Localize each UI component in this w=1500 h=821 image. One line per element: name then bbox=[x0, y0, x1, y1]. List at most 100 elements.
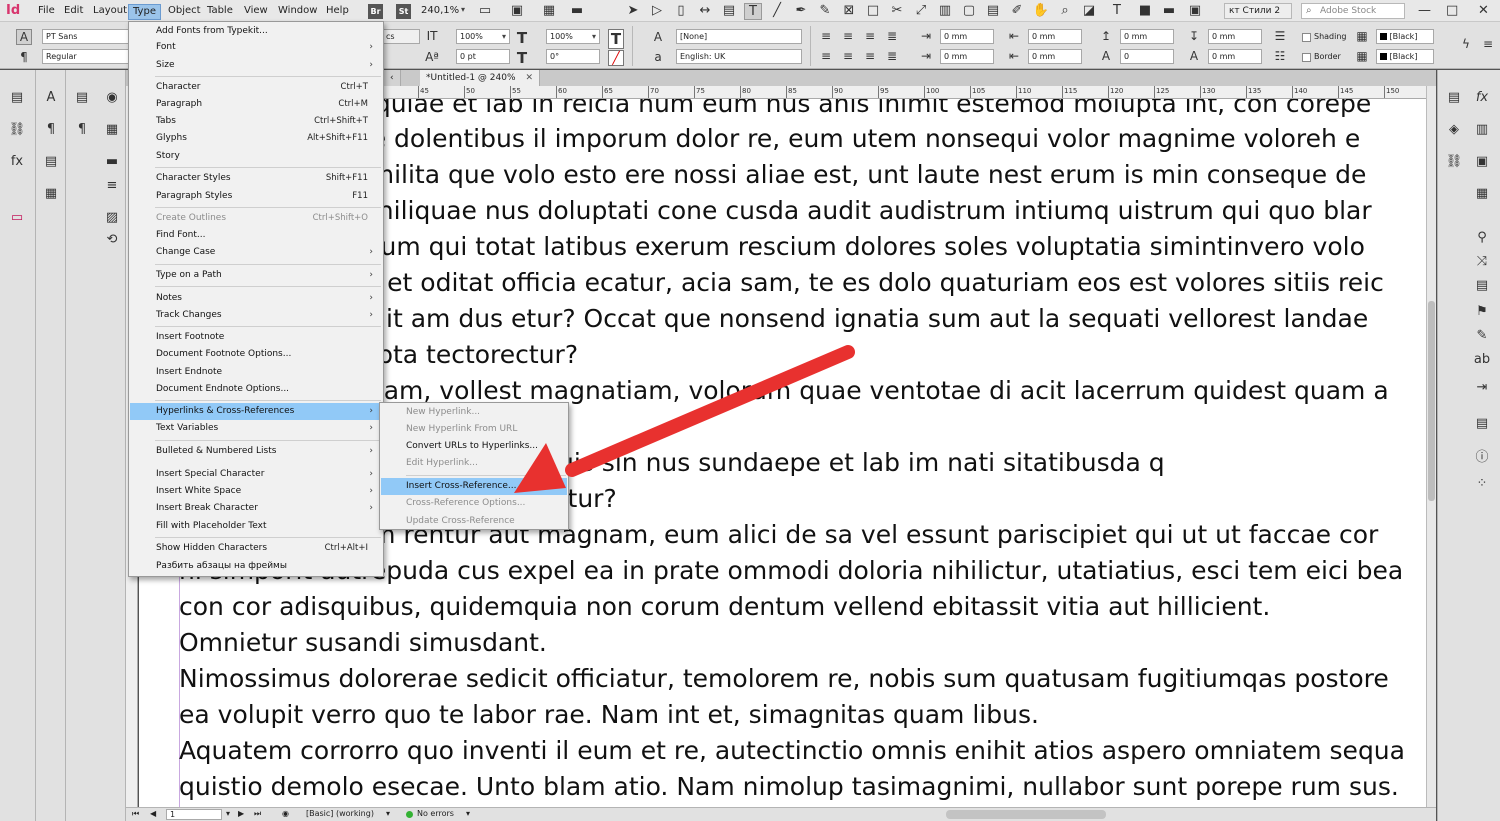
scissors-icon[interactable]: ✂ bbox=[888, 3, 906, 18]
menu-type[interactable]: Type bbox=[128, 4, 161, 20]
language-select[interactable]: English: UK bbox=[676, 49, 802, 64]
workspace-select[interactable]: кт Стили 2 bbox=[1224, 3, 1292, 19]
align-panel-icon[interactable]: ▥ bbox=[1472, 122, 1492, 137]
border-checkbox[interactable] bbox=[1302, 53, 1311, 62]
shading-settings-icon[interactable]: ▦ bbox=[1354, 29, 1370, 43]
type-menu-item[interactable]: Track Changes › bbox=[130, 307, 382, 324]
type-menu-item[interactable]: Size › bbox=[130, 57, 382, 74]
free-transform-icon[interactable]: ⤢ bbox=[912, 3, 930, 18]
type-menu-item[interactable]: Create Outlines Ctrl+Shift+O bbox=[130, 210, 382, 227]
bullets-icon[interactable]: ☰ bbox=[1272, 29, 1288, 43]
type-menu-item[interactable]: Story bbox=[130, 148, 382, 165]
chevron-down-icon[interactable]: ▾ bbox=[592, 32, 596, 41]
horizontal-scrollbar-thumb[interactable] bbox=[946, 810, 1106, 819]
bridge-button[interactable]: Br bbox=[368, 4, 383, 19]
prev-page-icon[interactable]: ◀ bbox=[150, 809, 156, 818]
gradient-swatch-icon[interactable]: ▥ bbox=[936, 3, 954, 18]
bookmarks-icon[interactable]: ⚑ bbox=[1472, 304, 1492, 319]
hyperlinks-submenu-item[interactable]: Cross-Reference Options... bbox=[381, 495, 567, 512]
quick-apply-icon[interactable]: ϟ bbox=[1458, 37, 1474, 51]
page-number-field[interactable]: 1 bbox=[166, 809, 222, 820]
workspace-layout-icon[interactable]: ▬ bbox=[568, 3, 586, 18]
gradient-feather-icon[interactable]: ▢ bbox=[960, 3, 978, 18]
maximize-icon[interactable]: □ bbox=[1446, 3, 1458, 18]
type-menu-item[interactable]: Tabs Ctrl+Shift+T bbox=[130, 113, 382, 130]
font-style-field[interactable]: Regular bbox=[42, 49, 132, 64]
numbering-icon[interactable]: ☷ bbox=[1272, 49, 1288, 63]
effects-panel-icon[interactable]: fx bbox=[1472, 90, 1492, 105]
open-page-icon[interactable]: ◉ bbox=[282, 809, 289, 818]
justify-all-icon[interactable]: ≣ bbox=[884, 49, 900, 63]
color-panel-icon[interactable]: ◉ bbox=[101, 90, 123, 105]
align-left-icon[interactable]: ≡ bbox=[818, 29, 834, 43]
notes-icon[interactable]: ✎ bbox=[1472, 328, 1492, 343]
menu-view[interactable]: View bbox=[240, 4, 272, 20]
view-options-icon[interactable]: ▭ bbox=[476, 3, 494, 18]
pages-panel-icon[interactable]: ▤ bbox=[1444, 90, 1464, 105]
shading-color-select[interactable]: [Black] bbox=[1376, 29, 1434, 44]
master-dropdown-icon[interactable]: ▾ bbox=[386, 809, 390, 818]
type-menu-item[interactable]: Insert Endnote bbox=[130, 364, 382, 381]
baseline-shift-field[interactable]: 0 pt bbox=[456, 49, 510, 64]
type-menu-item[interactable]: Font › bbox=[130, 39, 382, 56]
next-page-icon[interactable]: ▶ bbox=[238, 809, 244, 818]
size-field-partial[interactable]: cs bbox=[382, 29, 420, 44]
right-indent-field[interactable]: 0 mm bbox=[1028, 29, 1082, 44]
note-tool-icon[interactable]: ▤ bbox=[984, 3, 1002, 18]
menu-object[interactable]: Object bbox=[164, 4, 205, 20]
hyperlinks-submenu-item[interactable]: Edit Hyperlink... bbox=[381, 455, 567, 472]
layers-icon[interactable]: ◈ bbox=[1444, 122, 1464, 137]
type-menu-item[interactable]: Fill with Placeholder Text bbox=[130, 518, 382, 535]
direct-selection-icon[interactable]: ▷ bbox=[648, 3, 666, 18]
type-menu-item[interactable]: Document Endnote Options... bbox=[130, 381, 382, 398]
rectangle-tool-icon[interactable]: □ bbox=[864, 3, 882, 18]
links-icon[interactable]: ⛓ bbox=[6, 122, 28, 137]
hyperlinks-submenu-item[interactable]: Convert URLs to Hyperlinks... bbox=[381, 438, 567, 455]
text-line[interactable]: derum qui totat latibus exerum rescium d… bbox=[339, 232, 1365, 268]
font-family-field[interactable]: PT Sans bbox=[42, 29, 132, 44]
type-menu-item[interactable]: Notes › bbox=[130, 290, 382, 307]
type-menu-item[interactable]: Bulleted & Numbered Lists › bbox=[130, 443, 382, 460]
stroke-icon[interactable]: ≡ bbox=[101, 178, 123, 193]
character-style-select[interactable]: [None] bbox=[676, 29, 802, 44]
eyedropper-icon[interactable]: ✐ bbox=[1008, 3, 1026, 18]
type-menu-item[interactable]: Paragraph Styles F11 bbox=[130, 188, 382, 205]
menu-help[interactable]: Help bbox=[322, 4, 353, 20]
hyperlinks-submenu-item[interactable]: Update Cross-Reference bbox=[381, 513, 567, 530]
align-justify-icon[interactable]: ≣ bbox=[884, 29, 900, 43]
stock-button[interactable]: St bbox=[396, 4, 411, 19]
type-menu-item[interactable]: Add Fonts from Typekit... bbox=[130, 23, 382, 40]
gradient-icon[interactable]: ▬ bbox=[101, 154, 123, 169]
preflight-dropdown-icon[interactable]: ▾ bbox=[466, 809, 470, 818]
justify-right-icon[interactable]: ≡ bbox=[862, 49, 878, 63]
type-menu-item[interactable]: Insert Special Character › bbox=[130, 466, 382, 483]
guide-icon[interactable]: ▭ bbox=[6, 210, 28, 225]
document-tab-active[interactable]: *Untitled-1 @ 240% ✕ bbox=[420, 70, 541, 86]
color-themes-icon[interactable]: ⁘ bbox=[1472, 476, 1492, 491]
type-menu-item[interactable]: Glyphs Alt+Shift+F11 bbox=[130, 130, 382, 147]
hyperlinks-panel-icon[interactable]: ⚲ bbox=[1472, 230, 1492, 245]
type-menu-item[interactable]: Find Font... bbox=[130, 227, 382, 244]
text-line[interactable]: um et oditat officia ecatur, acia sam, t… bbox=[339, 268, 1384, 304]
links-panel-icon[interactable]: ⛓ bbox=[1444, 154, 1464, 169]
type-menu-item[interactable]: Character Ctrl+T bbox=[130, 79, 382, 96]
type-menu-item[interactable]: Text Variables › bbox=[130, 420, 382, 437]
paragraph-panel-icon[interactable]: ¶ bbox=[40, 122, 62, 137]
type-menu-item[interactable]: Insert Break Character › bbox=[130, 500, 382, 517]
swatches-icon[interactable]: ▦ bbox=[101, 122, 123, 137]
preflight-status[interactable]: No errors bbox=[417, 809, 454, 818]
menu-file[interactable]: File bbox=[34, 4, 59, 20]
type-menu-item[interactable]: Character Styles Shift+F11 bbox=[130, 170, 382, 187]
minimize-icon[interactable]: — bbox=[1418, 3, 1431, 18]
justify-center-icon[interactable]: ≡ bbox=[840, 49, 856, 63]
gap-tool-icon[interactable]: ↔ bbox=[696, 3, 714, 18]
hyperlinks-submenu-item[interactable]: New Hyperlink... bbox=[381, 404, 567, 421]
spelling-icon[interactable]: ab bbox=[1472, 352, 1492, 367]
text-line[interactable]: uodit am dus etur? Occat que nonsend ign… bbox=[339, 304, 1368, 340]
type-menu-item[interactable]: Document Footnote Options... bbox=[130, 346, 382, 363]
drop-cap-chars-field[interactable]: 0 mm bbox=[1208, 49, 1262, 64]
menu-table[interactable]: Table bbox=[203, 4, 237, 20]
border-settings-icon[interactable]: ▦ bbox=[1354, 49, 1370, 63]
rectangle-frame-icon[interactable]: ⊠ bbox=[840, 3, 858, 18]
content-collector-icon[interactable]: ▤ bbox=[720, 3, 738, 18]
